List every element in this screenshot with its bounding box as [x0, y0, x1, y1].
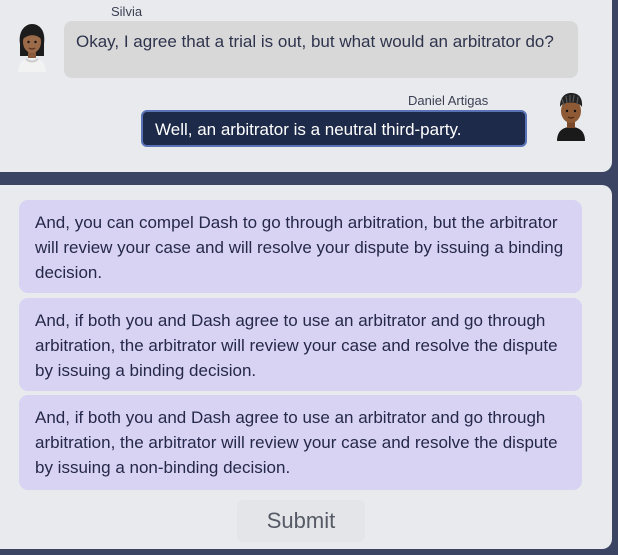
response-option-2[interactable]: And, if both you and Dash agree to use a… [19, 298, 582, 391]
chat-panel: Silvia Okay, I agree that a trial is out… [0, 0, 612, 172]
outgoing-message-bubble: Well, an arbitrator is a neutral third-p… [141, 110, 527, 147]
incoming-message-bubble: Okay, I agree that a trial is out, but w… [64, 21, 578, 78]
submit-button[interactable]: Submit [237, 500, 365, 542]
incoming-speaker-name: Silvia [111, 4, 143, 19]
outgoing-speaker-name: Daniel Artigas [408, 93, 489, 108]
response-option-3[interactable]: And, if both you and Dash agree to use a… [19, 395, 582, 490]
response-option-1[interactable]: And, you can compel Dash to go through a… [19, 200, 582, 293]
daniel-avatar-icon [557, 93, 585, 141]
silvia-avatar-icon [18, 24, 46, 72]
